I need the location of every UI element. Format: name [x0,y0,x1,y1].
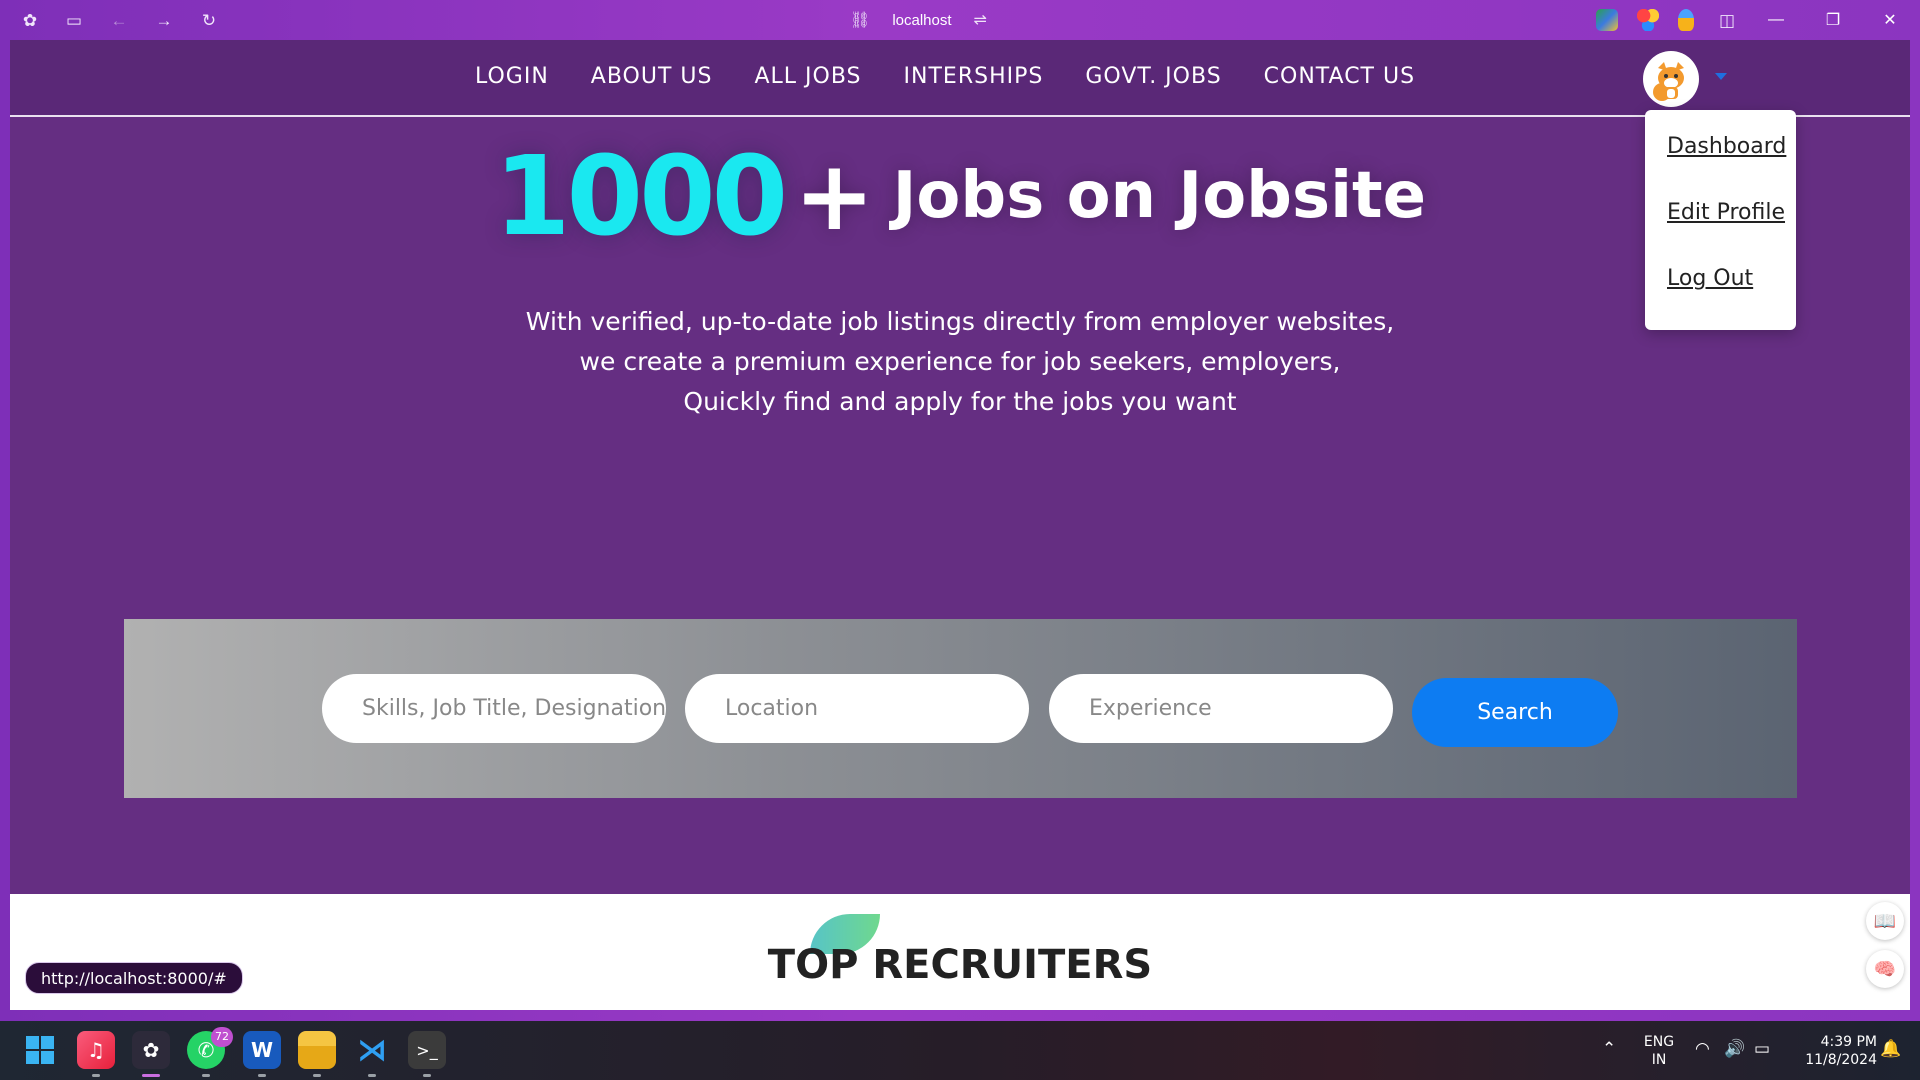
browser-taskbar-icon[interactable]: ✿ [132,1031,170,1077]
language-line-1: ENG [1643,1034,1675,1050]
language-line-2: IN [1651,1052,1667,1068]
nav-login[interactable]: LOGIN [475,64,549,89]
hero-title-text: Jobs on Jobsite [892,159,1426,233]
terminal-icon[interactable]: >_ [408,1031,446,1077]
hero-subtitle-line: Quickly find and apply for the jobs you … [683,387,1237,416]
whatsapp-icon[interactable]: ✆ 72 [187,1027,233,1077]
skills-input[interactable] [322,674,666,743]
sidebar-toggle-icon[interactable]: ▭ [64,10,84,30]
nav-all-jobs[interactable]: ALL JOBS [754,64,861,89]
word-icon[interactable]: W [243,1031,281,1077]
taskbar: ♫ ✿ ✆ 72 W ⋊ >_ ⌃ ENG IN ◠ 🔊 ▭ 4:39 PM 1… [0,1021,1920,1080]
ai-assistant-icon[interactable]: 🧠 [1866,950,1904,988]
whatsapp-notification-badge: 72 [211,1027,233,1047]
browser-logo-icon[interactable]: ✿ [20,10,40,30]
nav-links: LOGIN ABOUT US ALL JOBS INTERSHIPS GOVT.… [475,64,1415,89]
chevron-up-icon[interactable]: ⌃ [1602,1039,1616,1059]
apple-music-icon[interactable]: ♫ [77,1031,115,1077]
restore-icon[interactable]: ❐ [1821,8,1845,32]
hero-subtitle-line: With verified, up-to-date job listings d… [525,307,1395,336]
browser-titlebar: ✿ ▭ ← → ↻ ⛓ localhost ⇌ ◫ — ❐ ✕ [0,0,1920,40]
search-button[interactable]: Search [1412,678,1618,747]
extension-icon-2[interactable] [1637,9,1659,31]
extension-icon-1[interactable] [1596,9,1618,31]
wifi-icon[interactable]: ◠ [1695,1039,1710,1059]
clock-date: 11/8/2024 [1805,1052,1877,1068]
hero-title: 1000 + Jobs on Jobsite [10,132,1910,260]
reading-view-icon[interactable]: 📖 [1866,902,1904,940]
extension-icon-3[interactable] [1678,9,1694,31]
forward-icon[interactable]: → [154,10,174,30]
volume-icon[interactable]: 🔊 [1724,1039,1745,1059]
link-icon: ⛓ [850,12,871,29]
chevron-down-icon[interactable] [1715,73,1727,80]
nav-contact-us[interactable]: CONTACT US [1264,64,1415,89]
nav-internships[interactable]: INTERSHIPS [904,64,1044,89]
nav-about-us[interactable]: ABOUT US [591,64,713,89]
location-input[interactable] [685,674,1029,743]
vscode-icon[interactable]: ⋊ [353,1031,391,1077]
battery-icon[interactable]: ▭ [1754,1039,1770,1059]
language-indicator[interactable]: ENG IN [1641,1033,1677,1069]
avatar[interactable] [1643,51,1699,107]
address-text[interactable]: localhost [892,12,951,29]
status-bar-url: http://localhost:8000/# [25,962,243,994]
experience-input[interactable] [1049,674,1393,743]
nav-govt-jobs[interactable]: GOVT. JOBS [1085,64,1221,89]
top-recruiters-section: TOP RECRUITERS 📖 🧠 [10,894,1910,1010]
reload-icon[interactable]: ↻ [199,10,219,30]
clock-time: 4:39 PM [1820,1034,1877,1050]
top-recruiters-title: TOP RECRUITERS [767,942,1153,988]
file-explorer-icon[interactable] [298,1031,336,1077]
site-settings-icon[interactable]: ⇌ [974,10,987,30]
hero-subtitle: With verified, up-to-date job listings d… [10,302,1910,422]
minimize-icon[interactable]: — [1764,8,1788,32]
navbar: LOGIN ABOUT US ALL JOBS INTERSHIPS GOVT.… [10,40,1910,117]
hero-job-count: 1000 [494,132,788,260]
split-view-icon[interactable]: ◫ [1717,10,1737,30]
clock[interactable]: 4:39 PM 11/8/2024 [1787,1033,1877,1069]
hero-plus: + [794,140,875,252]
hero-subtitle-line: we create a premium experience for job s… [579,347,1341,376]
address-bar[interactable]: ⛓ localhost ⇌ [850,8,987,32]
notification-icon[interactable]: 🔔 [1880,1039,1901,1059]
page-viewport: LOGIN ABOUT US ALL JOBS INTERSHIPS GOVT.… [10,40,1910,1010]
fox-avatar-icon [1653,62,1684,101]
back-icon[interactable]: ← [109,10,129,30]
search-band: Search [124,619,1797,798]
windows-start-icon[interactable] [21,1031,59,1069]
close-icon[interactable]: ✕ [1878,8,1902,32]
